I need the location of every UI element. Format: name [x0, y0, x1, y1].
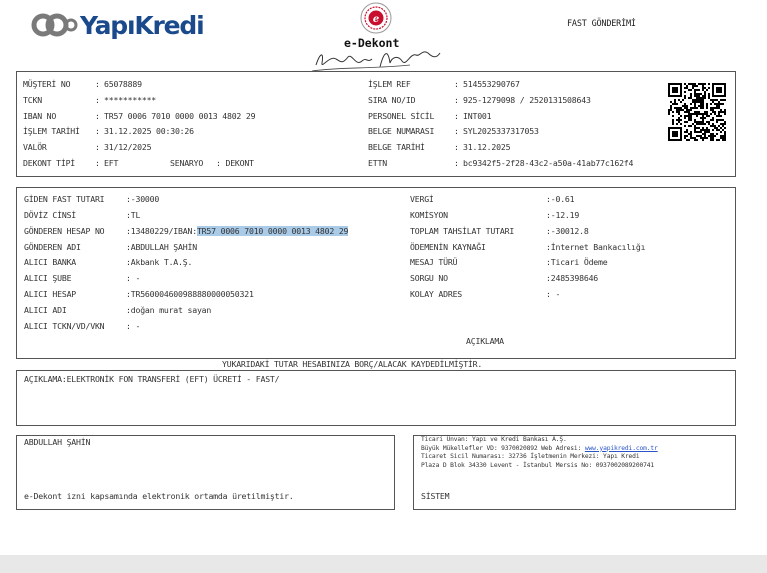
bank-info-box: Ticari Ünvan: Yapı ve Kredi Bankası A.Ş.… [413, 435, 736, 510]
description-text: AÇIKLAMA:ELEKTRONİK FON TRANSFERİ (EFT) … [24, 374, 280, 384]
system-label: SİSTEM [421, 491, 450, 501]
detail-row-payment-source: ÖDEMENİN KAYNAĞI:İnternet Bankacılığı [410, 242, 646, 252]
transfer-details-box: GİDEN FAST TUTARI:-30000 DÖVİZ CİNSİ:TL … [16, 187, 736, 359]
info-row-valor: VALÖR:31/12/2025 [23, 142, 152, 152]
bank-website-link[interactable]: www.yapikredi.com.tr [585, 445, 658, 452]
detail-row-easy-address: KOLAY ADRES: - [410, 289, 561, 299]
scenario-label: SENARYO [170, 158, 204, 168]
detail-row-sender-name: GÖNDEREN ADI:ABDULLAH ŞAHİN [24, 242, 197, 252]
debit-credit-notice: YUKARIDAKİ TUTAR HESABINIZA BORÇ/ALACAK … [222, 359, 483, 369]
detail-row-sender-account: GÖNDEREN HESAP NO:13480229/IBAN:TR57 000… [24, 226, 349, 236]
detail-row-receiver-bank: ALICI BANKA:Akbank T.A.Ş. [24, 257, 193, 267]
qr-code-icon [668, 83, 726, 141]
info-row-dekont-type: DEKONT TİPİ: EFT SENARYO: DEKONT [23, 158, 254, 168]
bank-registry-line: Ticaret Sicil Numarası: 32736 İşletmenin… [421, 453, 640, 461]
info-row-tckn: TCKN: *********** [23, 95, 157, 105]
detail-row-message-type: MESAJ TÜRÜ:Ticari Ödeme [410, 257, 608, 267]
info-row-document-date: BELGE TARİHİ:31.12.2025 [368, 142, 511, 152]
detail-row-receiver-branch: ALICI ŞUBE: - [24, 273, 141, 283]
info-row-customer-no: MÜŞTERİ NO:65078889 [23, 79, 142, 89]
info-row-iban: IBAN NO: TR57 0006 7010 0000 0013 4802 29 [23, 111, 256, 121]
info-row-personnel-id: PERSONEL SİCİL: INT001 [368, 111, 492, 121]
detail-row-commission: KOMİSYON:-12.19 [410, 210, 580, 220]
info-row-transaction-date: İŞLEM TARİHİ:31.12.2025 00:30:26 [23, 126, 194, 136]
customer-signature-box: ABDULLAH ŞAHİN e-Dekont izni kapsamında … [16, 435, 395, 510]
info-row-ettn: ETTN: bc9342f5-2f28-43c2-a50a-41ab77c162f… [368, 158, 634, 168]
detail-row-total-collection: TOPLAM TAHSİLAT TUTARI:-30012.8 [410, 226, 589, 236]
info-row-document-no: BELGE NUMARASI: SYL2025337317053 [368, 126, 539, 136]
info-row-sequence-no: SIRA NO/ID:925-1279098 / 2520131508643 [368, 95, 591, 105]
detail-row-currency: DÖVİZ CİNSİ:TL [24, 210, 141, 220]
scenario-value: : DEKONT [216, 158, 254, 168]
yapikredi-mark-icon [31, 13, 78, 37]
e-dekont-footnote: e-Dekont izni kapsamında elektronik orta… [24, 491, 294, 501]
aciklama-heading: AÇIKLAMA [466, 336, 504, 346]
detail-row-tax: VERGİ:-0.61 [410, 194, 575, 204]
customer-name: ABDULLAH ŞAHİN [24, 437, 91, 447]
detail-row-receiver-name: ALICI ADI:doğan murat sayan [24, 305, 212, 315]
brand-logo-text: YapıKredi [80, 10, 205, 40]
detail-row-query-no: SORGU NO:2485398646 [410, 273, 599, 283]
bank-tax-web-line: Büyük Mükellefler VD: 9370020892 Web Adr… [421, 444, 658, 452]
transfer-type: FAST GÖNDERİMİ [567, 19, 636, 29]
viewer-bottom-bar [0, 555, 767, 573]
bank-trade-name: Ticari Ünvan: Yapı ve Kredi Bankası A.Ş. [421, 436, 567, 443]
detail-row-receiver-account: ALICI HESAP:TR560004600988880000050321 [24, 289, 254, 299]
detail-row-fast-amount: GİDEN FAST TUTARI:-30000 [24, 194, 160, 204]
yapikredi-logo: YapıKredi [30, 10, 205, 40]
detail-row-receiver-tckn: ALICI TCKN/VD/VKN: - [24, 321, 141, 331]
bank-address-line: Plaza D Blok 34330 Levent - İstanbul Mer… [421, 461, 655, 469]
bank-legal-info: Ticari Ünvan: Yapı ve Kredi Bankası A.Ş.… [421, 436, 658, 470]
info-row-transaction-ref: İŞLEM REF:514553290767 [368, 79, 520, 89]
sender-iban-highlighted[interactable]: TR57 0006 7010 0000 0013 4802 29 [196, 226, 348, 236]
transaction-info-box: MÜŞTERİ NO:65078889 TCKN: *********** IBA… [16, 71, 736, 177]
e-dekont-seal-icon: e [360, 2, 392, 34]
description-box: AÇIKLAMA:ELEKTRONİK FON TRANSFERİ (EFT) … [16, 370, 736, 426]
svg-text:e: e [373, 14, 379, 25]
